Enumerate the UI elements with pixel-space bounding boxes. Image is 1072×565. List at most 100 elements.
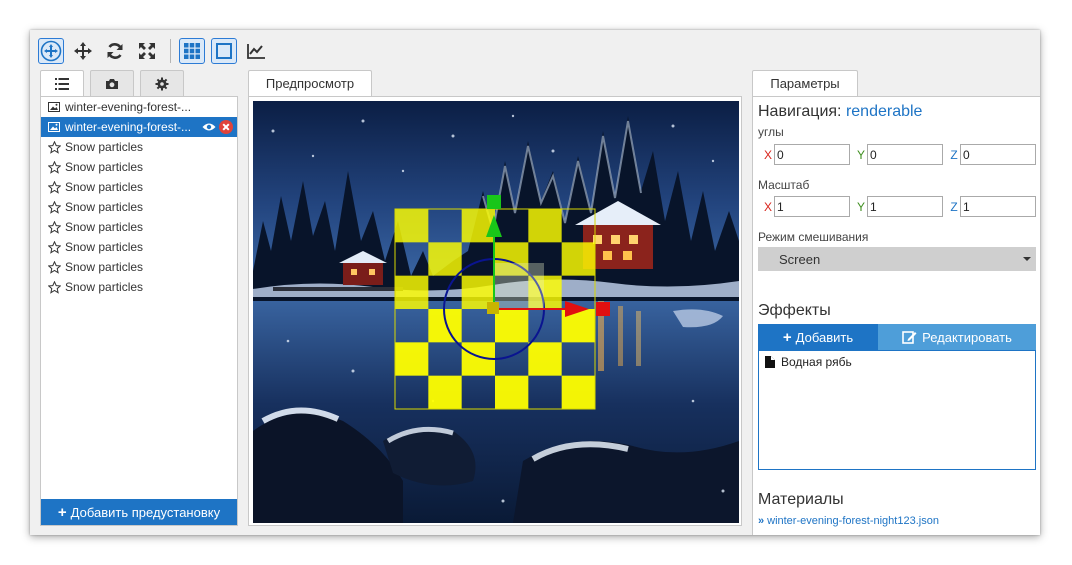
layer-item-label: Snow particles xyxy=(65,200,144,214)
file-icon xyxy=(765,356,775,368)
layer-item[interactable]: winter-evening-forest-... xyxy=(41,97,237,117)
checker-cell xyxy=(495,309,529,343)
layer-item-label: Snow particles xyxy=(65,280,144,294)
plus-icon: + xyxy=(57,503,67,521)
checker-cell xyxy=(528,342,562,376)
add-effect-button[interactable]: + Добавить xyxy=(758,324,878,350)
tab-parameters-label: Параметры xyxy=(770,76,840,91)
checker-cell xyxy=(428,375,462,409)
effect-item[interactable]: Водная рябь xyxy=(759,351,1035,373)
edit-icon xyxy=(902,331,917,344)
left-panel-tabs xyxy=(40,70,190,97)
layers-panel: winter-evening-forest-... winter-evening-… xyxy=(40,96,238,526)
layer-item-label: Snow particles xyxy=(65,240,144,254)
layer-item-label: Snow particles xyxy=(65,260,144,274)
image-icon xyxy=(47,120,61,134)
checker-cell xyxy=(495,375,529,409)
preview-canvas[interactable] xyxy=(253,101,739,523)
add-preset-label: Добавить предустановку xyxy=(70,504,221,520)
material-link-label: winter-evening-forest-night123.json xyxy=(767,515,939,527)
layer-item-label: Snow particles xyxy=(65,140,144,154)
add-preset-button[interactable]: + Добавить предустановку xyxy=(41,499,237,525)
angle-x-input[interactable] xyxy=(774,144,850,165)
grid-toggle-button[interactable] xyxy=(179,38,205,64)
star-icon xyxy=(47,160,61,174)
axis-x-label: X xyxy=(763,147,772,162)
tab-camera[interactable] xyxy=(90,70,134,96)
star-icon xyxy=(47,200,61,214)
material-link[interactable]: » winter-evening-forest-night123.json xyxy=(758,515,939,527)
edit-effect-button[interactable]: Редактировать xyxy=(878,324,1036,350)
navigation-label: Навигация: xyxy=(758,103,842,120)
checker-cell xyxy=(461,209,495,243)
layer-item[interactable]: winter-evening-forest-... xyxy=(41,117,237,137)
camera-icon xyxy=(106,78,118,89)
checker-cell xyxy=(395,342,429,376)
star-icon xyxy=(47,260,61,274)
delete-icon[interactable] xyxy=(219,120,233,134)
axis-x-label: X xyxy=(763,199,772,214)
layer-item[interactable]: Snow particles xyxy=(41,177,237,197)
navigation-target: renderable xyxy=(845,103,923,120)
star-icon xyxy=(47,180,61,194)
add-effect-label: Добавить xyxy=(795,329,854,345)
blend-mode-value: Screen xyxy=(779,251,821,267)
pan-button[interactable] xyxy=(70,38,96,64)
scale-z-input[interactable] xyxy=(960,196,1036,217)
effects-toolbar: + Добавить Редактировать xyxy=(758,324,1036,350)
layer-item[interactable]: Snow particles xyxy=(41,217,237,237)
eye-icon[interactable] xyxy=(202,122,216,132)
move-gizmo-button[interactable] xyxy=(38,38,64,64)
angle-y-input[interactable] xyxy=(867,144,943,165)
layer-item-label: winter-evening-forest-... xyxy=(65,100,192,114)
checker-cell xyxy=(395,209,429,243)
layer-tree: winter-evening-forest-... winter-evening-… xyxy=(41,97,237,297)
layer-item-label: winter-evening-forest-... xyxy=(65,120,192,134)
layer-item[interactable]: Snow particles xyxy=(41,237,237,257)
angle-z-input[interactable] xyxy=(960,144,1036,165)
checker-cell xyxy=(528,209,562,243)
rotate-button[interactable] xyxy=(102,38,128,64)
frame-icon xyxy=(216,43,232,59)
tab-settings[interactable] xyxy=(140,70,184,96)
star-icon xyxy=(47,280,61,294)
toolbar-separator xyxy=(170,39,171,63)
effects-heading: Эффекты xyxy=(758,302,831,319)
navigation-heading: Навигация: renderable xyxy=(758,103,922,121)
double-chevron-right-icon: » xyxy=(758,515,765,527)
stats-button[interactable] xyxy=(243,38,269,64)
image-icon xyxy=(47,100,61,114)
materials-heading: Материалы xyxy=(758,491,844,508)
scale-y-input[interactable] xyxy=(867,196,943,217)
star-icon xyxy=(47,140,61,154)
layer-item[interactable]: Snow particles xyxy=(41,197,237,217)
layer-item[interactable]: Snow particles xyxy=(41,137,237,157)
editor-window: winter-evening-forest-... winter-evening-… xyxy=(30,30,1040,535)
frame-toggle-button[interactable] xyxy=(211,38,237,64)
layer-item[interactable]: Snow particles xyxy=(41,157,237,177)
checker-cell xyxy=(561,242,595,276)
axis-y-label: Y xyxy=(856,199,865,214)
tab-layers[interactable] xyxy=(40,70,84,97)
layer-item-actions xyxy=(202,120,233,134)
plus-icon: + xyxy=(782,328,792,346)
effects-list: Водная рябь xyxy=(758,350,1036,470)
list-icon xyxy=(55,78,69,90)
move-gizmo-icon xyxy=(40,40,62,62)
checker-cell xyxy=(561,375,595,409)
blend-mode-select[interactable]: Screen xyxy=(758,247,1036,271)
layer-item[interactable]: Snow particles xyxy=(41,257,237,277)
scale-x-input[interactable] xyxy=(774,196,850,217)
gear-icon xyxy=(155,77,169,90)
tab-preview[interactable]: Предпросмотр xyxy=(248,70,372,96)
scale-icon xyxy=(139,43,155,59)
grid-icon xyxy=(184,43,200,59)
scale-button[interactable] xyxy=(134,38,160,64)
chart-icon xyxy=(247,44,265,59)
layer-item[interactable]: Snow particles xyxy=(41,277,237,297)
caret-down-icon xyxy=(1023,257,1031,261)
tab-parameters[interactable]: Параметры xyxy=(752,70,858,96)
layer-item-label: Snow particles xyxy=(65,160,144,174)
star-icon xyxy=(47,220,61,234)
preview-panel xyxy=(248,96,742,526)
